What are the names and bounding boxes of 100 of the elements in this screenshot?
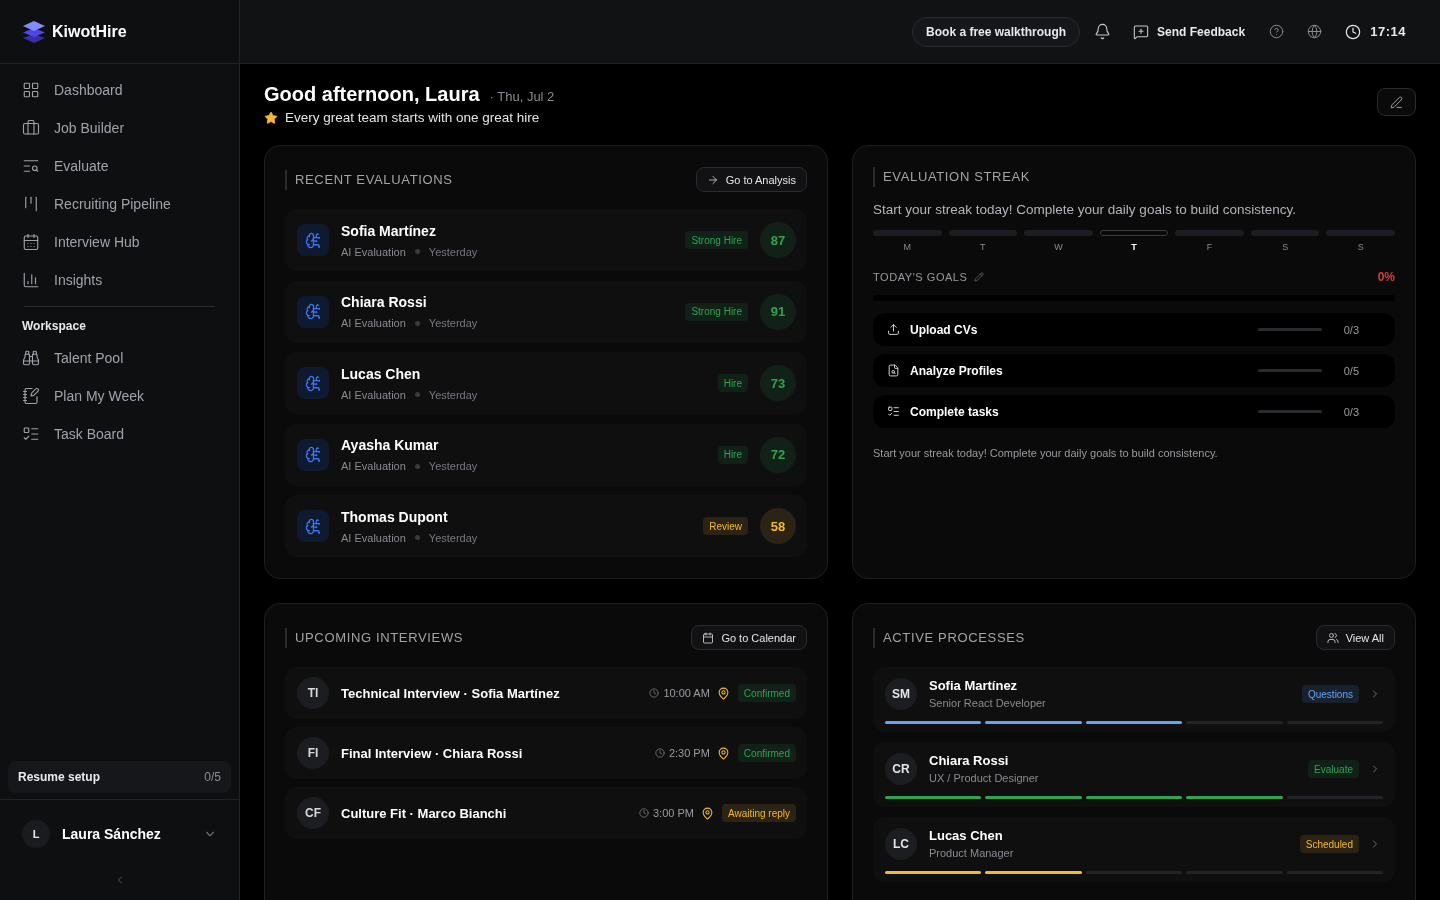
- greeting-date: · Thu, Jul 2: [489, 88, 555, 106]
- status-tag: Confirmed: [737, 684, 796, 703]
- score-indicator: 58: [760, 508, 796, 545]
- nav-item[interactable]: Interview Hub: [14, 223, 225, 261]
- candidate-role: Senior React Developer: [929, 696, 1047, 712]
- candidate-name: Lucas Chen: [929, 827, 1004, 846]
- calendar-icon: [702, 631, 715, 644]
- brain-icon: [297, 438, 329, 471]
- nav-item[interactable]: Talent Pool: [14, 339, 225, 377]
- arrow-right-icon: [706, 173, 719, 186]
- evaluation-type: AI Evaluation: [341, 387, 406, 403]
- brand-name: KiwotHire: [52, 21, 127, 42]
- nav-item[interactable]: Recruiting Pipeline: [14, 185, 225, 223]
- briefcase-icon: [22, 119, 40, 137]
- goals-title: TODAY'S GOALS: [873, 270, 968, 285]
- go-to-calendar-button[interactable]: Go to Calendar: [691, 625, 807, 651]
- upload-icon: [887, 323, 900, 337]
- checklist-icon: [22, 425, 40, 443]
- day-label: S: [1357, 241, 1364, 254]
- interview-title: Technical Interview · Sofia Martínez: [341, 684, 561, 703]
- evaluation-type: AI Evaluation: [341, 244, 406, 260]
- section-heading: Workspace: [22, 318, 87, 335]
- go-to-analysis-button[interactable]: Go to Analysis: [695, 167, 807, 193]
- day-label: M: [903, 241, 912, 254]
- interview-row[interactable]: CF Culture Fit · Marco Bianchi 3:00 PM Awaiting reply: [285, 787, 807, 840]
- initials-avatar: SM: [885, 678, 917, 711]
- bar-chart-icon: [22, 271, 40, 289]
- evaluation-date: Yesterday: [428, 316, 478, 331]
- process-row[interactable]: LC Lucas Chen Product Manager Scheduled: [873, 817, 1395, 883]
- user-menu-button[interactable]: L Laura Sánchez: [22, 820, 217, 848]
- evaluation-row[interactable]: Sofia Martínez AI Evaluation Yesterday Strong Hire 87: [285, 209, 807, 272]
- current-time: 17:14: [1370, 22, 1406, 41]
- evaluation-date: Yesterday: [428, 387, 478, 403]
- walkthrough-button[interactable]: Book a free walkthrough: [912, 16, 1081, 47]
- initials-avatar: LC: [885, 828, 917, 861]
- nav-item[interactable]: Dashboard: [14, 71, 225, 109]
- evaluation-row[interactable]: Thomas Dupont AI Evaluation Yesterday Review 58: [285, 495, 807, 558]
- score-indicator: 73: [760, 365, 796, 402]
- candidate-name: Sofia Martínez: [929, 677, 1019, 696]
- nav-item[interactable]: Task Board: [14, 415, 225, 453]
- card-title: UPCOMING INTERVIEWS: [295, 629, 464, 647]
- logo-icon: [22, 20, 46, 43]
- send-feedback-button[interactable]: Send Feedback: [1133, 22, 1246, 41]
- evaluation-row[interactable]: Lucas Chen AI Evaluation Yesterday Hire 73: [285, 352, 807, 415]
- checklist-icon: [887, 405, 900, 419]
- day-label: T: [1131, 241, 1137, 254]
- verdict-tag: Strong Hire: [685, 302, 748, 321]
- kanban-icon: [22, 195, 40, 213]
- brain-icon: [297, 367, 329, 400]
- brain-icon: [297, 295, 329, 328]
- streak-footer: Start your streak today! Complete your daily goals to build consistency.: [873, 445, 1395, 462]
- interview-title: Final Interview · Chiara Rossi: [341, 744, 524, 763]
- notebook-pen-icon: [22, 387, 40, 405]
- score-indicator: 87: [760, 222, 796, 259]
- interview-row[interactable]: TI Technical Interview · Sofia Martínez 10:00 AM Confirmed: [285, 667, 807, 720]
- globe-icon[interactable]: [1307, 24, 1323, 39]
- candidate-name: Chiara Rossi: [341, 293, 428, 312]
- evaluation-type: AI Evaluation: [341, 530, 406, 546]
- interview-title: Culture Fit · Marco Bianchi: [341, 804, 508, 823]
- clock-icon: [1345, 23, 1362, 40]
- nav-item[interactable]: Plan My Week: [14, 377, 225, 415]
- score-indicator: 91: [760, 293, 796, 330]
- edit-button[interactable]: [1377, 88, 1416, 116]
- greeting-title: Good afternoon, Laura: [264, 82, 480, 107]
- users-icon: [1326, 631, 1339, 644]
- help-icon[interactable]: [1269, 24, 1285, 39]
- clock-icon: [654, 748, 665, 759]
- status-tag: Confirmed: [737, 744, 796, 763]
- evaluation-date: Yesterday: [428, 530, 478, 546]
- initials-avatar: TI: [297, 677, 329, 710]
- star-icon: [264, 111, 278, 126]
- interview-row[interactable]: FI Final Interview · Chiara Rossi 2:30 PM Confirmed: [285, 727, 807, 780]
- pencil-icon[interactable]: [974, 272, 985, 283]
- nav-item[interactable]: Insights: [14, 261, 225, 299]
- evaluation-date: Yesterday: [428, 244, 478, 260]
- interview-time: 10:00 AM: [663, 686, 710, 701]
- process-row[interactable]: CR Chiara Rossi UX / Product Designer Evaluate: [873, 742, 1395, 808]
- greeting-tagline: Every great team starts with one great hire: [285, 109, 540, 127]
- nav-item[interactable]: Job Builder: [14, 109, 225, 147]
- stage-tag: Questions: [1301, 685, 1359, 704]
- view-all-button[interactable]: View All: [1315, 625, 1395, 651]
- verdict-tag: Hire: [717, 445, 748, 464]
- verdict-tag: Strong Hire: [685, 231, 748, 250]
- day-label: W: [1054, 241, 1063, 254]
- interview-time: 3:00 PM: [652, 806, 694, 821]
- score-indicator: 72: [760, 436, 796, 473]
- candidate-role: UX / Product Designer: [929, 771, 1040, 787]
- notifications-icon[interactable]: [1094, 23, 1112, 40]
- map-pin-icon: [700, 806, 714, 820]
- goals-percent: 0%: [1377, 269, 1395, 287]
- interview-time: 2:30 PM: [668, 746, 710, 761]
- resume-setup-button[interactable]: Resume setup 0/5: [8, 761, 231, 793]
- evaluation-row[interactable]: Ayasha Kumar AI Evaluation Yesterday Hire 72: [285, 423, 807, 486]
- nav-item[interactable]: Evaluate: [14, 147, 225, 185]
- evaluation-type: AI Evaluation: [341, 459, 406, 474]
- file-search-icon: [887, 364, 900, 378]
- goal-count: 0/3: [1343, 404, 1359, 420]
- card-title: RECENT EVALUATIONS: [295, 171, 453, 189]
- evaluation-row[interactable]: Chiara Rossi AI Evaluation Yesterday Strong Hire 91: [285, 280, 807, 343]
- process-row[interactable]: SM Sofia Martínez Senior React Developer Questions: [873, 667, 1395, 733]
